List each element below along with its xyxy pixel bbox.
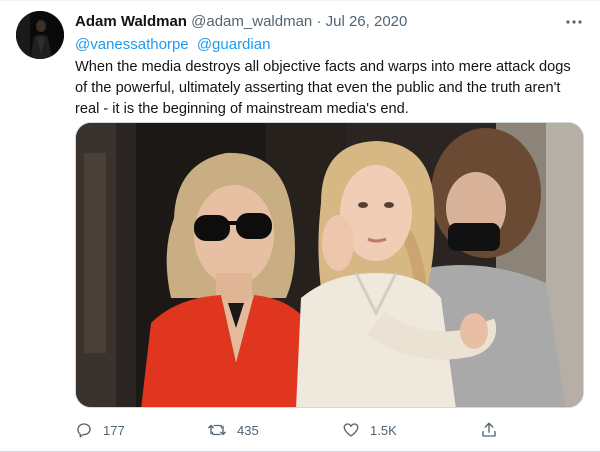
like-button[interactable]: 1.5K xyxy=(342,419,397,441)
retweet-count: 435 xyxy=(237,422,259,438)
reply-icon xyxy=(77,423,91,438)
reply-count: 177 xyxy=(103,422,125,438)
avatar-image xyxy=(16,11,64,59)
tweet-header: Adam Waldman @adam_waldman · Jul 26, 202… xyxy=(75,12,407,32)
mention-link[interactable]: @guardian xyxy=(197,36,271,53)
avatar[interactable] xyxy=(16,11,64,59)
share-button[interactable] xyxy=(480,419,498,441)
more-horizontal-icon xyxy=(566,20,582,24)
reply-mentions: @vanessathorpe @guardian xyxy=(75,35,274,55)
more-options-button[interactable] xyxy=(564,12,584,32)
tweet-text: When the media destroys all objective fa… xyxy=(75,59,571,117)
heart-icon xyxy=(343,423,359,437)
reply-button[interactable]: 177 xyxy=(75,419,125,441)
tweet-date[interactable]: Jul 26, 2020 xyxy=(326,13,408,30)
mention-link[interactable]: @vanessathorpe xyxy=(75,36,189,53)
retweet-icon xyxy=(208,424,226,436)
photo-image xyxy=(76,123,583,407)
author-handle[interactable]: @adam_waldman xyxy=(191,13,312,30)
retweet-button[interactable]: 435 xyxy=(207,419,259,441)
tweet-card[interactable]: Adam Waldman @adam_waldman · Jul 26, 202… xyxy=(0,0,600,452)
share-icon xyxy=(482,422,496,437)
header-separator: · xyxy=(316,13,322,30)
tweet-actions: 177 435 1.5K xyxy=(75,419,505,441)
author-name[interactable]: Adam Waldman xyxy=(75,13,187,30)
tweet-photo[interactable] xyxy=(75,122,584,408)
like-count: 1.5K xyxy=(370,422,397,438)
